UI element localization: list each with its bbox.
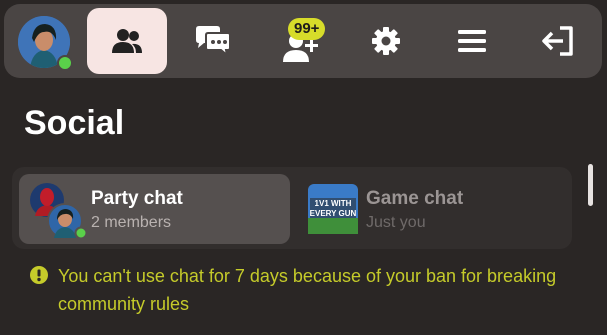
warning-text: You can't use chat for 7 days because of… (58, 266, 557, 314)
top-navigation-bar: 99+ (4, 4, 602, 78)
game-chat-subtitle: Just you (366, 214, 426, 231)
exclamation-icon (30, 266, 48, 284)
friend-requests-badge: 99+ (288, 18, 326, 40)
exit-tab[interactable] (518, 8, 598, 74)
exit-icon (542, 26, 573, 56)
chat-bubbles-icon (196, 26, 231, 57)
gear-icon (372, 27, 400, 55)
game-chat-card[interactable]: 1V1 WITH EVERY GUN Game chat Just you (294, 174, 565, 244)
page-title: Social (24, 104, 125, 142)
party-chat-card[interactable]: Party chat 2 members (19, 174, 290, 244)
menu-icon (458, 30, 486, 52)
party-chat-subtitle: 2 members (91, 214, 172, 231)
chat-selector: Party chat 2 members 1V1 WITH EVERY GUN … (12, 167, 572, 249)
scrollbar[interactable] (588, 164, 593, 206)
menu-tab[interactable] (432, 8, 512, 74)
online-status-dot (57, 55, 73, 71)
chats-tab[interactable] (173, 8, 253, 74)
friends-icon (112, 29, 142, 53)
game-thumbnail: 1V1 WITH EVERY GUN (308, 184, 358, 234)
svg-text:EVERY GUN: EVERY GUN (310, 209, 357, 218)
party-chat-title: Party chat (91, 188, 183, 209)
friends-tab[interactable] (87, 8, 167, 74)
game-chat-title: Game chat (366, 188, 464, 209)
settings-tab[interactable] (346, 8, 426, 74)
svg-text:1V1 WITH: 1V1 WITH (315, 199, 352, 208)
party-members-avatars (30, 183, 87, 240)
